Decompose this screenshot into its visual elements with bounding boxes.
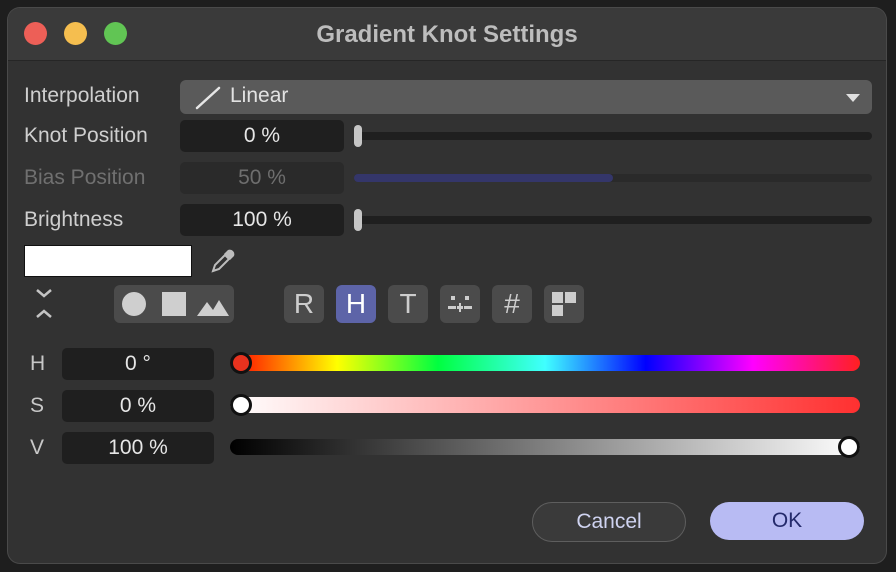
dialog-window: Gradient Knot Settings Interpolation Lin… — [8, 8, 886, 563]
hue-label: H — [30, 352, 46, 375]
square-icon[interactable] — [160, 290, 188, 318]
hue-field[interactable]: 0 ° — [62, 348, 214, 380]
hue-slider[interactable] — [230, 355, 860, 371]
chevron-down-icon — [846, 94, 860, 102]
mode-button-label: R — [293, 288, 315, 319]
saturation-field[interactable]: 0 % — [62, 390, 214, 422]
saturation-slider-knob[interactable] — [230, 394, 252, 416]
mode-button-mixer[interactable] — [440, 285, 480, 323]
value-field[interactable]: 100 % — [62, 432, 214, 464]
mode-button-label: T — [399, 288, 417, 319]
ok-button[interactable]: OK — [710, 502, 864, 540]
mixer-icon — [448, 296, 472, 312]
window-title: Gradient Knot Settings — [316, 21, 578, 48]
knot-position-label: Knot Position — [24, 124, 148, 147]
swatch-grid-icon — [552, 292, 576, 316]
color-swatch[interactable] — [24, 245, 192, 277]
mode-button-swatches[interactable] — [544, 285, 584, 323]
interpolation-dropdown[interactable]: Linear — [180, 80, 872, 114]
knot-position-slider-thumb[interactable] — [354, 125, 362, 147]
saturation-slider[interactable] — [230, 397, 860, 413]
hue-slider-knob[interactable] — [230, 352, 252, 374]
brightness-slider-thumb[interactable] — [354, 209, 362, 231]
value-slider[interactable] — [230, 439, 860, 455]
mode-button-hex[interactable]: # — [492, 285, 532, 323]
mode-button-temperature[interactable]: T — [388, 285, 428, 323]
mode-button-label: # — [504, 288, 520, 319]
brightness-label: Brightness — [24, 208, 124, 231]
interpolation-label: Interpolation — [24, 84, 140, 107]
mode-button-hsv[interactable]: H — [336, 285, 376, 323]
eyedropper-icon[interactable] — [208, 246, 238, 276]
brightness-field[interactable]: 100 % — [180, 204, 344, 236]
knot-position-slider[interactable] — [354, 132, 872, 140]
interpolation-value: Linear — [230, 84, 289, 107]
value-slider-knob[interactable] — [838, 436, 860, 458]
linear-curve-icon — [194, 85, 222, 116]
cancel-button[interactable]: Cancel — [532, 502, 686, 542]
circle-icon[interactable] — [120, 290, 148, 318]
bias-position-slider-fill — [354, 174, 613, 182]
title-bar: Gradient Knot Settings — [8, 8, 886, 61]
saturation-label: S — [30, 394, 45, 417]
knot-position-field[interactable]: 0 % — [180, 120, 344, 152]
mountains-icon[interactable] — [196, 290, 230, 318]
bias-position-field: 50 % — [180, 162, 344, 194]
collapse-expand-icon[interactable] — [30, 286, 58, 322]
value-label: V — [30, 436, 45, 459]
bias-position-slider — [354, 174, 872, 182]
shape-selector-group — [114, 285, 234, 323]
mode-button-rgb[interactable]: R — [284, 285, 324, 323]
mode-button-label: H — [345, 288, 367, 319]
brightness-slider[interactable] — [354, 216, 872, 224]
bias-position-label: Bias Position — [24, 166, 146, 189]
